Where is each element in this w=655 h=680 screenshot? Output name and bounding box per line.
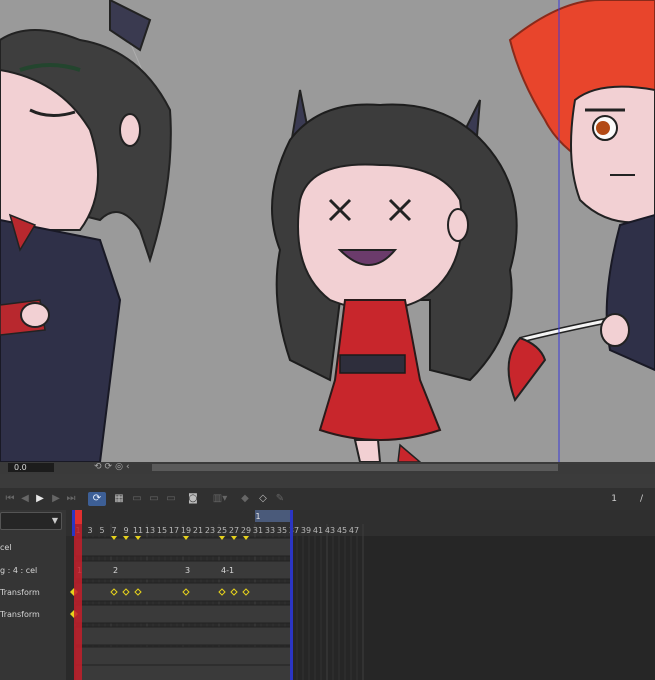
next-frame-button[interactable]: ▶: [50, 492, 62, 506]
timeline-title-bar: [0, 474, 655, 489]
play-button[interactable]: ▶: [34, 492, 46, 506]
cel-label[interactable]: 3: [185, 566, 190, 575]
frame-counter[interactable]: 1: [611, 494, 617, 504]
ruler-tick-label: 39: [301, 526, 311, 535]
illustration: [0, 0, 655, 462]
ruler-tick-label: 7: [111, 526, 116, 535]
track-row[interactable]: [74, 537, 292, 557]
track-row[interactable]: [74, 626, 292, 646]
onion-skin-button[interactable]: ◙: [186, 492, 200, 506]
frame-grid-svg[interactable]: 1357911131517192123252729313335373941434…: [66, 510, 655, 680]
ruler-tick-label: 29: [241, 526, 251, 535]
playhead-handle[interactable]: [74, 510, 82, 524]
keyframe-interpolation-button[interactable]: ◇: [256, 492, 270, 506]
ruler-tick-label: 13: [145, 526, 155, 535]
track-label-layer[interactable]: g : 4 : cel: [0, 561, 66, 581]
loop-button[interactable]: ⟳: [88, 492, 106, 506]
ruler-tick-label: 41: [313, 526, 323, 535]
status-icons: ⟲⟳◎‹: [94, 462, 133, 473]
reset-icon[interactable]: ◎: [115, 462, 126, 472]
clear-cel-button[interactable]: ▭: [164, 492, 178, 506]
ruler-tick-label: 27: [229, 526, 239, 535]
previous-frame-button[interactable]: ◀: [19, 492, 31, 506]
track-label-cel[interactable]: cel: [0, 538, 66, 558]
frame-grid[interactable]: 1357911131517192123252729313335373941434…: [66, 510, 655, 680]
pencil-icon[interactable]: ✎: [274, 492, 286, 506]
status-strip: 0.0 ⟲⟳◎‹: [0, 462, 655, 474]
add-keyframe-button[interactable]: ◆: [238, 492, 252, 506]
horizontal-scrollbar[interactable]: [152, 464, 558, 471]
track-row[interactable]: [74, 604, 292, 624]
ruler-tick-label: 5: [99, 526, 104, 535]
track-row[interactable]: [74, 646, 292, 666]
layer-list: ▼ cel g : 4 : cel Transform Transform: [0, 510, 67, 680]
frame-separator: /: [639, 494, 643, 504]
second-marker-label: 1: [255, 512, 260, 521]
chevron-down-icon: ▼: [51, 516, 58, 525]
last-frame-button[interactable]: ⏭: [65, 492, 77, 506]
track-label-transform-1[interactable]: Transform: [0, 583, 66, 603]
cel-label[interactable]: 2: [113, 566, 118, 575]
end-frame-marker[interactable]: [290, 510, 293, 680]
ruler-tick-label: 25: [217, 526, 227, 535]
ruler-tick-label: 15: [157, 526, 167, 535]
redo-icon[interactable]: ⟳: [105, 462, 116, 472]
ruler-tick-label: 35: [277, 526, 287, 535]
drawing-canvas[interactable]: [0, 0, 655, 462]
keyframe-dropdown-button[interactable]: ▥▾: [210, 492, 230, 506]
specify-cel-button[interactable]: ▭: [130, 492, 144, 506]
chevron-left-icon[interactable]: ‹: [126, 462, 133, 472]
undo-icon[interactable]: ⟲: [94, 462, 105, 472]
ruler-tick-label: 23: [205, 526, 215, 535]
ruler-tick-label: 43: [325, 526, 335, 535]
first-frame-button[interactable]: ⏮: [4, 492, 16, 506]
ruler-tick-label: 47: [349, 526, 359, 535]
new-animation-cel-button[interactable]: ▦: [112, 492, 126, 506]
delete-cel-button[interactable]: ▭: [147, 492, 161, 506]
ruler-tick-label: 31: [253, 526, 263, 535]
playhead[interactable]: [74, 510, 82, 680]
start-frame-marker[interactable]: [72, 510, 75, 536]
ruler-tick-label: 9: [123, 526, 128, 535]
ruler-tick-label: 45: [337, 526, 347, 535]
track-label-transform-2[interactable]: Transform: [0, 605, 66, 625]
track-row[interactable]: [74, 664, 292, 680]
timeline-panel: ⏮ ◀ ▶ ▶ ⏭ ⟳ ▦ ▭ ▭ ▭ ◙ ▥▾ ◆ ◇ ✎ 1 / ▼ cel…: [0, 474, 655, 680]
track-row[interactable]: [74, 560, 292, 580]
ruler-tick-label: 3: [87, 526, 92, 535]
zoom-value[interactable]: 0.0: [8, 463, 54, 472]
out-of-range-area: [291, 536, 655, 680]
ruler-tick-label: 21: [193, 526, 203, 535]
cel-label[interactable]: 4-1: [221, 566, 234, 575]
ruler-tick-label: 11: [133, 526, 143, 535]
timeline-select[interactable]: ▼: [0, 512, 62, 530]
timeline-toolbar: ⏮ ◀ ▶ ▶ ⏭ ⟳ ▦ ▭ ▭ ▭ ◙ ▥▾ ◆ ◇ ✎ 1 /: [0, 488, 655, 511]
ruler-tick-label: 19: [181, 526, 191, 535]
ruler-tick-label: 17: [169, 526, 179, 535]
ruler-tick-label: 33: [265, 526, 275, 535]
